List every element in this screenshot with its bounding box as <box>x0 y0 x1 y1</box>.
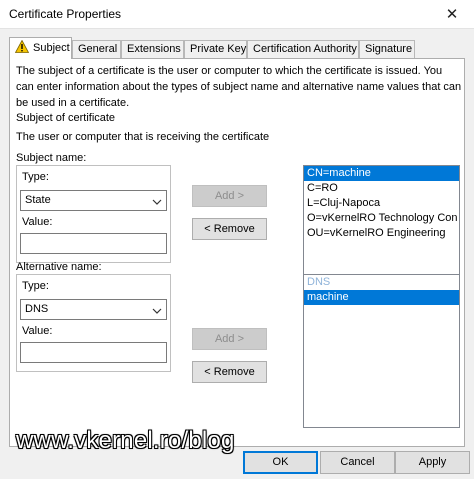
list-item[interactable]: L=Cluj-Napoca <box>304 196 459 211</box>
alt-add-button[interactable]: Add > <box>192 328 267 350</box>
cancel-button[interactable]: Cancel <box>320 451 395 474</box>
tab-extensions-label: Extensions <box>127 43 181 55</box>
tab-private-key-label: Private Key <box>190 43 247 55</box>
section-description: The user or computer that is receiving t… <box>16 131 270 143</box>
tab-extensions[interactable]: Extensions <box>121 40 184 58</box>
subject-description: The subject of a certificate is the user… <box>16 65 462 109</box>
chevron-down-icon <box>152 195 162 214</box>
subject-type-label: Type: <box>22 171 49 183</box>
alt-values-list[interactable]: DNS machine <box>303 274 460 428</box>
tab-signature[interactable]: Signature <box>359 40 415 58</box>
subject-name-group: Type: State Value: <box>16 165 171 263</box>
alt-type-select[interactable]: DNS <box>20 299 167 320</box>
tab-subject[interactable]: Subject <box>9 37 72 59</box>
subject-type-select[interactable]: State <box>20 190 167 211</box>
alt-name-label: Alternative name: <box>16 261 102 273</box>
title-bar: Certificate Properties ✕ <box>0 0 474 29</box>
subject-name-label: Subject name: <box>16 152 87 164</box>
close-button[interactable]: ✕ <box>430 0 474 29</box>
tab-certification-authority-label: Certification Authority <box>253 43 357 55</box>
watermark-text: www.vkernel.ro/blog <box>16 427 235 454</box>
list-item[interactable]: machine <box>304 290 459 305</box>
tab-private-key[interactable]: Private Key <box>184 40 247 58</box>
tab-general-label: General <box>78 43 118 55</box>
list-item[interactable]: CN=machine <box>304 166 459 181</box>
alt-type-label: Type: <box>22 280 49 292</box>
alt-name-group: Type: DNS Value: <box>16 274 171 372</box>
subject-value-input[interactable] <box>20 233 167 254</box>
subject-remove-button[interactable]: < Remove <box>192 218 267 240</box>
chevron-down-icon <box>152 304 162 323</box>
section-title: Subject of certificate <box>16 112 116 124</box>
subject-add-button[interactable]: Add > <box>192 185 267 207</box>
subject-panel: The subject of a certificate is the user… <box>9 58 465 447</box>
tab-subject-label: Subject <box>33 42 70 54</box>
alt-remove-button[interactable]: < Remove <box>192 361 267 383</box>
tab-general[interactable]: General <box>72 40 121 58</box>
tab-signature-label: Signature <box>365 43 413 55</box>
warning-icon <box>14 39 30 60</box>
alt-type-value: DNS <box>25 303 49 315</box>
alt-value-input[interactable] <box>20 342 167 363</box>
window-title: Certificate Properties <box>9 7 122 21</box>
subject-value-label: Value: <box>22 216 53 228</box>
list-item[interactable]: OU=vKernelRO Engineering <box>304 226 459 241</box>
tab-certification-authority[interactable]: Certification Authority <box>247 40 359 58</box>
alt-value-label: Value: <box>22 325 53 337</box>
subject-type-value: State <box>25 194 51 206</box>
apply-button[interactable]: Apply <box>395 451 470 474</box>
ok-button[interactable]: OK <box>243 451 318 474</box>
list-item: DNS <box>307 276 331 288</box>
list-item[interactable]: O=vKernelRO Technology Con <box>304 211 459 226</box>
list-item[interactable]: C=RO <box>304 181 459 196</box>
